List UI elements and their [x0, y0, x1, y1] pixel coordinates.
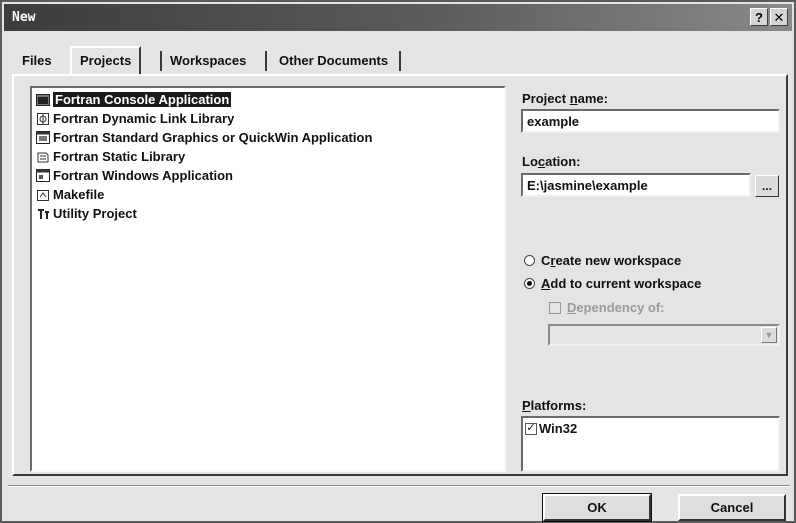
checkbox-label: Dependency of:	[567, 300, 665, 315]
new-dialog: New ? ✕ Files Projects Workspaces Other …	[0, 0, 796, 523]
ok-button[interactable]: OK	[542, 493, 652, 522]
list-item-static-library[interactable]: Fortran Static Library	[36, 147, 185, 166]
dependency-select[interactable]: ▼	[548, 324, 780, 346]
cancel-button[interactable]: Cancel	[678, 494, 786, 521]
checkbox[interactable]	[549, 301, 561, 314]
platform-label: Win32	[539, 421, 578, 436]
list-item-console-app[interactable]: Fortran Console Application	[36, 90, 232, 109]
window-title: New	[12, 10, 36, 25]
windows-app-icon	[36, 169, 50, 183]
list-item-label: Utility Project	[53, 206, 137, 221]
close-button[interactable]: ✕	[770, 8, 788, 26]
tab-other-documents[interactable]: Other Documents	[271, 48, 396, 74]
help-icon: ?	[755, 9, 763, 25]
list-item-label: Fortran Standard Graphics or QuickWin Ap…	[53, 130, 373, 145]
create-new-workspace-option[interactable]: Create new workspace	[524, 253, 681, 268]
tab-divider	[399, 51, 401, 71]
static-library-icon	[36, 150, 50, 164]
list-item-label: Fortran Dynamic Link Library	[53, 111, 235, 126]
help-button[interactable]: ?	[750, 8, 768, 26]
location-input[interactable]: E:\jasmine\example	[521, 173, 751, 197]
footer-divider	[8, 485, 790, 487]
radio-label: Add to current workspace	[541, 276, 702, 291]
add-to-current-workspace-option[interactable]: Add to current workspace	[524, 276, 701, 291]
location-label: Location:	[522, 154, 581, 169]
platforms-list[interactable]: ✓ Win32	[521, 416, 780, 472]
list-item-makefile[interactable]: Makefile	[36, 185, 104, 204]
list-item-label: Makefile	[53, 187, 105, 202]
list-item-label: Fortran Console Application	[53, 92, 232, 107]
radio-selected-dot	[527, 281, 532, 286]
title-bar[interactable]: New ? ✕	[4, 4, 792, 31]
close-icon: ✕	[773, 9, 785, 25]
tab-divider	[265, 51, 267, 71]
utility-project-icon	[36, 207, 50, 221]
list-item-quickwin-app[interactable]: Fortran Standard Graphics or QuickWin Ap…	[36, 128, 372, 147]
list-item-utility-project[interactable]: Utility Project	[36, 204, 137, 223]
quickwin-app-icon	[36, 131, 50, 145]
dependency-of-checkbox[interactable]: Dependency of:	[549, 300, 665, 315]
checkbox[interactable]: ✓	[525, 422, 537, 435]
tab-workspaces[interactable]: Workspaces	[162, 48, 254, 74]
tab-files[interactable]: Files	[14, 48, 60, 74]
list-item-dll[interactable]: Fortran Dynamic Link Library	[36, 109, 234, 128]
project-name-label: Project name:	[522, 91, 608, 106]
dll-icon	[36, 112, 50, 126]
browse-button[interactable]: ...	[755, 175, 779, 197]
list-item-windows-app[interactable]: Fortran Windows Application	[36, 166, 233, 185]
platform-item-win32[interactable]: ✓ Win32	[525, 421, 577, 436]
project-type-list[interactable]: Fortran Console Application Fortran Dyna…	[30, 86, 506, 472]
makefile-icon	[36, 188, 50, 202]
list-item-label: Fortran Static Library	[53, 149, 186, 164]
radio-button[interactable]	[524, 255, 535, 266]
tab-projects[interactable]: Projects	[70, 46, 142, 76]
console-app-icon	[36, 93, 50, 107]
radio-button[interactable]	[524, 278, 535, 289]
project-name-input[interactable]: example	[521, 109, 780, 133]
chevron-down-icon[interactable]: ▼	[761, 327, 777, 343]
radio-label: Create new workspace	[541, 253, 682, 268]
list-item-label: Fortran Windows Application	[53, 168, 233, 183]
platforms-label: Platforms:	[522, 398, 587, 413]
